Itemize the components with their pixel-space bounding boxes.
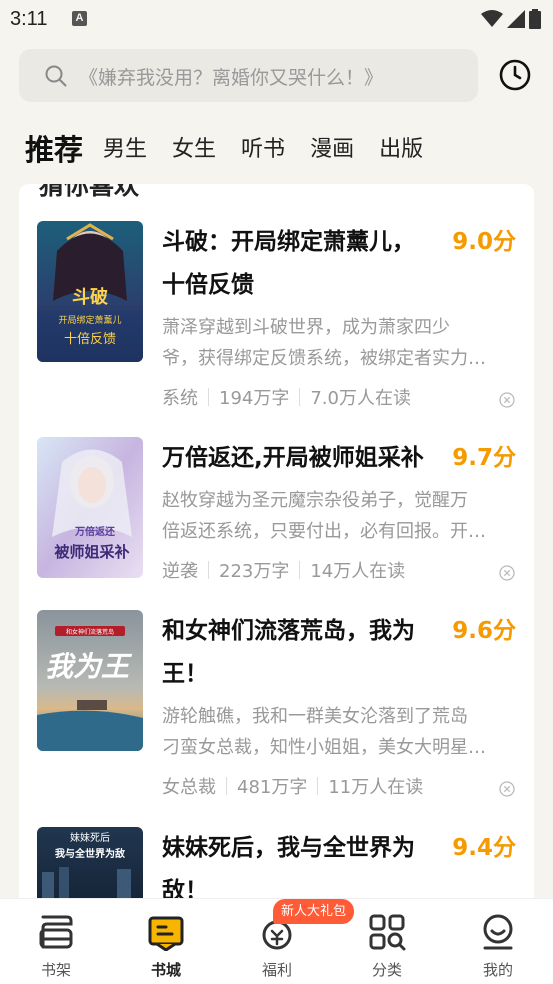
book-meta: 女总裁 481万字 11万人在读 [162,773,423,799]
dismiss-icon[interactable] [499,565,515,581]
book-description: 赵牧穿越为圣元魔宗杂役弟子，觉醒万 倍返还系统，只要付出，必有回报。开… [162,490,486,542]
book-word-count: 481万字 [237,777,308,798]
wifi-icon [481,10,503,27]
nav-label: 福利 [261,961,292,979]
dismiss-icon[interactable] [499,392,515,408]
nav-label: 分类 [371,961,402,979]
system-icons [481,8,541,30]
bookstore-icon [148,916,184,952]
book-score: 9.6分 [452,618,516,644]
book-item[interactable]: 妹妹死后 我与全世界为敌 妹妹死后，我与全世界为 敌！ 9.4分 [19,827,534,904]
book-title[interactable]: 斗破：开局绑定萧薰儿， 十倍反馈 [162,221,442,307]
book-readers: 11万人在读 [328,777,424,798]
book-item[interactable]: 万倍返还 被师姐采补 万倍返还,开局被师姐采补 9.7分 赵牧穿越为圣元魔宗杂役… [19,437,534,637]
cover-subtitle-text: 和女神们流落荒岛 [66,628,114,636]
nav-label: 我的 [482,961,513,979]
tab-audiobook[interactable]: 听书 [241,132,285,168]
nav-profile[interactable]: 我的 [458,913,538,980]
book-score: 9.0分 [452,229,516,255]
divider [226,777,227,795]
divider [299,388,301,406]
book-meta: 逆袭 223万字 14万人在读 [162,557,405,583]
cover-title-text: 妹妹死后 [70,832,110,844]
tab-recommend[interactable]: 推荐 [25,132,83,168]
nav-bookshelf[interactable]: 书架 [16,913,96,980]
book-readers: 14万人在读 [310,561,406,582]
status-bar: 3:11 A [0,0,553,40]
tab-female[interactable]: 女生 [172,132,216,168]
nav-category[interactable]: 分类 [347,913,427,980]
cover-subtitle-text: 我与全世界为敌 [55,847,125,860]
book-cover[interactable]: 斗破 开局绑定萧薰儿 十倍反馈 [37,221,143,362]
history-clock-icon[interactable] [498,58,532,92]
book-cover[interactable]: 和女神们流落荒岛 我为王 [37,610,143,751]
book-meta: 系统 194万字 7.0万人在读 [162,384,411,410]
book-item[interactable]: 斗破 开局绑定萧薰儿 十倍反馈 斗破：开局绑定萧薰儿， 十倍反馈 9.0分 萧泽… [19,221,534,421]
book-tag: 逆袭 [162,561,198,582]
book-tag: 女总裁 [162,777,216,798]
search-icon [45,65,67,87]
dismiss-icon[interactable] [499,781,515,797]
book-title[interactable]: 和女神们流落荒岛，我为 王！ [162,610,442,696]
tab-male[interactable]: 男生 [103,132,147,168]
book-cover[interactable]: 妹妹死后 我与全世界为敌 [37,827,143,904]
signal-icon [507,10,525,28]
divider [299,561,301,579]
section-title: 猜你喜欢 [39,184,140,200]
battery-icon [529,9,541,29]
tab-publish[interactable]: 出版 [379,132,423,168]
recommend-card: 猜你喜欢 斗破 开局绑定萧薰儿 十倍反馈 斗破：开局绑定萧薰儿， 十倍反馈 9.… [19,184,534,904]
notification-icon: A [72,11,87,26]
profile-icon [483,914,513,950]
nav-label: 书架 [40,961,71,979]
cover-title-text: 我为王 [45,650,133,683]
cover-subtitle-text: 被师姐采补 [54,543,129,561]
cover-subtitle-text: 十倍反馈 [64,332,116,347]
book-tag: 系统 [162,388,198,409]
book-word-count: 223万字 [219,561,290,582]
book-score: 9.7分 [452,445,516,471]
book-description: 游轮触礁，我和一群美女沦落到了荒岛 刁蛮女总裁，知性小姐姐，美女大明星… [162,706,486,758]
book-score: 9.4分 [452,835,516,861]
search-bar[interactable]: 《嫌弃我没用？离婚你又哭什么！》 [19,49,478,102]
book-title[interactable]: 妹妹死后，我与全世界为 敌！ [162,827,442,904]
new-user-gift-badge[interactable]: 新人大礼包 [273,899,355,924]
divider [208,561,209,579]
book-description: 萧泽穿越到斗破世界，成为萧家四少 爷，获得绑定反馈系统，被绑定者实力… [162,317,486,369]
search-placeholder[interactable]: 《嫌弃我没用？离婚你又哭什么！》 [79,63,383,90]
divider [317,777,319,795]
nav-bookstore[interactable]: 书城 [126,913,206,980]
book-word-count: 194万字 [219,388,290,409]
nav-label: 书城 [150,961,181,979]
cover-subtitle-text: 开局绑定萧薰儿 [58,314,121,326]
category-icon [369,914,406,951]
book-item[interactable]: 和女神们流落荒岛 我为王 和女神们流落荒岛，我为 王！ 9.6分 游轮触礁，我和… [19,610,534,810]
tab-comic[interactable]: 漫画 [310,132,354,168]
cover-title-text: 斗破 [72,286,108,308]
book-readers: 7.0万人在读 [310,388,411,409]
book-cover[interactable]: 万倍返还 被师姐采补 [37,437,143,578]
status-time: 3:11 [10,8,48,30]
category-tabs: 推荐 男生 女生 听书 漫画 出版 [25,118,448,168]
cover-title-text: 万倍返还 [74,525,116,538]
divider [208,388,209,406]
book-title[interactable]: 万倍返还,开局被师姐采补 [162,437,452,480]
bookshelf-icon [39,915,73,949]
